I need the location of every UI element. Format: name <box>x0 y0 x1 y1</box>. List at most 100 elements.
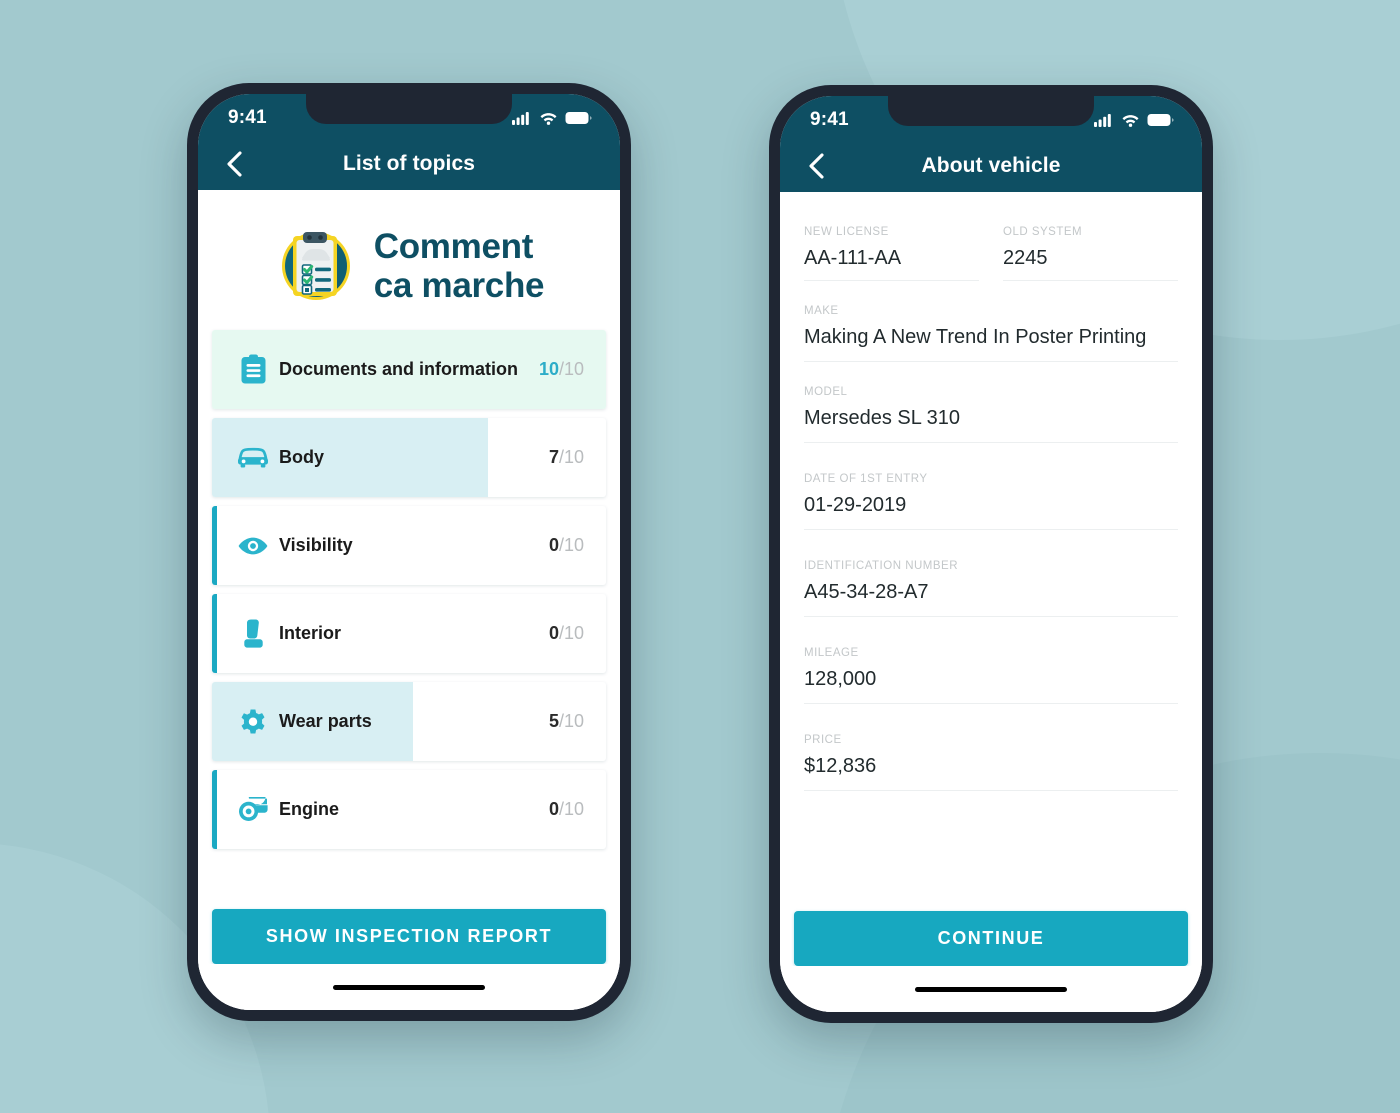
vehicle-detail-fields: NEW LICENSE AA-111-AA OLD SYSTEM 2245 MA… <box>780 192 1202 791</box>
clipboard-checklist-icon <box>281 232 350 300</box>
field-date-of-1st-entry[interactable]: DATE OF 1ST ENTRY 01-29-2019 <box>804 443 1178 530</box>
logo-line-1: Comment <box>373 226 534 266</box>
device-notch <box>888 96 1094 126</box>
screen-list-of-topics: 9:41 List of topics Comment ca marche Do… <box>198 94 620 1010</box>
cta-container: CONTINUE <box>780 881 1202 966</box>
status-time: 9:41 <box>228 107 267 128</box>
field-identification-number[interactable]: IDENTIFICATION NUMBER A45-34-28-A7 <box>804 530 1178 617</box>
topic-score: 5/10 <box>549 711 584 732</box>
topic-score: 0/10 <box>549 623 584 644</box>
topic-accent-bar <box>212 594 217 673</box>
topic-score-total: /10 <box>558 447 584 467</box>
topic-accent-bar <box>212 770 217 849</box>
field-value: 2245 <box>1003 247 1048 269</box>
show-inspection-report-button[interactable]: SHOW INSPECTION REPORT <box>212 909 606 964</box>
wifi-icon <box>540 113 557 125</box>
status-icons <box>1094 113 1174 127</box>
status-time: 9:41 <box>810 109 849 130</box>
turbocharger-icon <box>227 796 279 823</box>
car-seat-icon <box>227 618 279 649</box>
wifi-icon <box>1122 115 1139 127</box>
topic-item-wear-parts[interactable]: Wear parts 5/10 <box>212 682 606 761</box>
page-title: List of topics <box>342 152 476 175</box>
topic-score: 0/10 <box>549 799 584 820</box>
home-indicator[interactable] <box>915 986 1067 992</box>
topic-score: 7/10 <box>549 447 584 468</box>
topic-score-value: 0 <box>548 535 559 555</box>
field-new-license[interactable]: NEW LICENSE AA-111-AA <box>804 212 979 281</box>
nav-bar: About vehicle <box>780 140 1202 192</box>
continue-button[interactable]: CONTINUE <box>794 911 1188 966</box>
topic-accent-bar <box>212 506 217 585</box>
topic-score-value: 10 <box>538 359 559 379</box>
topic-score-total: /10 <box>558 623 584 643</box>
field-label: NEW LICENSE <box>804 226 889 238</box>
field-make[interactable]: MAKE Making A New Trend In Poster Printi… <box>804 281 1178 362</box>
chevron-left-icon <box>809 153 824 179</box>
screen-content: NEW LICENSE AA-111-AA OLD SYSTEM 2245 MA… <box>780 192 1202 1012</box>
home-indicator[interactable] <box>333 984 485 990</box>
topic-label: Interior <box>279 623 342 643</box>
topic-item-engine[interactable]: Engine 0/10 <box>212 770 606 849</box>
topic-score-value: 5 <box>548 711 559 731</box>
field-value: A45-34-28-A7 <box>804 581 929 603</box>
signal-icon <box>512 112 529 125</box>
field-value: Mersedes SL 310 <box>804 407 961 429</box>
logo-line-2: ca marche <box>373 266 545 305</box>
field-value: 01-29-2019 <box>804 494 907 516</box>
home-indicator-area <box>198 964 620 1010</box>
device-notch <box>306 94 512 124</box>
field-price[interactable]: PRICE $12,836 <box>804 704 1178 791</box>
topic-label: Documents and information <box>279 359 519 379</box>
topic-list: Documents and information 10/10 Body 7/1… <box>198 330 620 849</box>
canvas: 9:41 List of topics Comment ca marche Do… <box>0 0 1400 1113</box>
field-label: DATE OF 1ST ENTRY <box>804 473 928 485</box>
battery-icon <box>1147 114 1174 126</box>
cta-container: SHOW INSPECTION REPORT <box>198 879 620 964</box>
field-label: PRICE <box>804 734 842 746</box>
topic-score-total: /10 <box>558 535 584 555</box>
field-label: MAKE <box>804 305 839 317</box>
topic-item-visibility[interactable]: Visibility 0/10 <box>212 506 606 585</box>
signal-icon <box>1094 114 1111 127</box>
topic-item-interior[interactable]: Interior 0/10 <box>212 594 606 673</box>
gear-icon <box>227 707 279 737</box>
clipboard-icon <box>227 354 279 385</box>
page-title: About vehicle <box>921 154 1061 177</box>
topic-score-value: 0 <box>548 799 559 819</box>
topic-label: Visibility <box>279 535 353 555</box>
home-indicator-area <box>780 966 1202 1012</box>
field-value: $12,836 <box>804 755 877 777</box>
back-button[interactable] <box>220 149 248 179</box>
field-label: MILEAGE <box>804 647 859 659</box>
topic-item-body[interactable]: Body 7/10 <box>212 418 606 497</box>
field-label: IDENTIFICATION NUMBER <box>804 560 959 572</box>
field-old-system[interactable]: OLD SYSTEM 2245 <box>1003 212 1178 281</box>
field-label: OLD SYSTEM <box>1003 226 1083 238</box>
field-label: MODEL <box>804 386 848 398</box>
topic-label: Wear parts <box>279 711 372 731</box>
field-value: AA-111-AA <box>804 247 902 269</box>
topic-item-documents-and-information[interactable]: Documents and information 10/10 <box>212 330 606 409</box>
topic-score-total: /10 <box>558 359 584 379</box>
battery-icon <box>565 112 592 124</box>
status-icons <box>512 111 592 125</box>
topic-score: 0/10 <box>549 535 584 556</box>
topic-score-total: /10 <box>558 799 584 819</box>
car-icon <box>227 446 279 470</box>
screen-about-vehicle: 9:41 About vehicle NEW LICENSE AA-111-AA… <box>780 96 1202 1012</box>
back-button[interactable] <box>802 151 830 181</box>
topic-label: Engine <box>279 799 340 819</box>
field-model[interactable]: MODEL Mersedes SL 310 <box>804 362 1178 443</box>
phone-list-of-topics: 9:41 List of topics Comment ca marche Do… <box>187 83 631 1021</box>
topic-score-value: 7 <box>548 447 559 467</box>
topic-score: 10/10 <box>539 359 584 380</box>
logo-wordmark: Comment ca marche <box>373 226 545 305</box>
field-value: Making A New Trend In Poster Printing <box>804 326 1147 348</box>
field-value: 128,000 <box>804 668 877 690</box>
field-mileage[interactable]: MILEAGE 128,000 <box>804 617 1178 704</box>
eye-icon <box>227 535 279 557</box>
app-logo: Comment ca marche <box>198 190 620 330</box>
screen-content: Comment ca marche Documents and informat… <box>198 190 620 1010</box>
field-row: NEW LICENSE AA-111-AA OLD SYSTEM 2245 <box>804 212 1178 281</box>
